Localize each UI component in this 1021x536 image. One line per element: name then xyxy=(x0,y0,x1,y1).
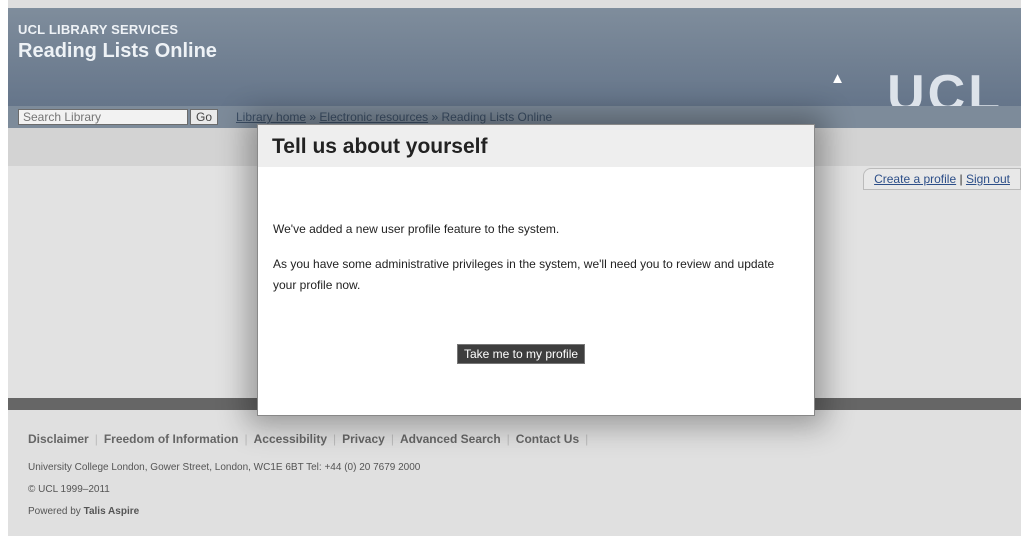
sign-out-link[interactable]: Sign out xyxy=(966,172,1010,186)
breadcrumb-separator: » xyxy=(431,110,439,124)
footer-separator: | xyxy=(244,432,248,446)
footer-address: University College London, Gower Street,… xyxy=(28,462,421,473)
left-edge xyxy=(0,0,8,536)
modal-title: Tell us about yourself xyxy=(272,135,488,158)
footer-separator: | xyxy=(333,432,337,446)
footer-link-contact[interactable]: Contact Us xyxy=(516,432,579,446)
breadcrumb: Library home » Electronic resources » Re… xyxy=(236,110,552,124)
powered-by-prefix: Powered by xyxy=(28,506,81,517)
profile-modal: Tell us about yourself We've added a new… xyxy=(257,124,815,416)
footer-powered-by: Powered by Talis Aspire xyxy=(28,506,139,517)
breadcrumb-electronic-resources[interactable]: Electronic resources xyxy=(319,110,428,124)
footer-separator: | xyxy=(585,432,589,446)
footer-link-advanced-search[interactable]: Advanced Search xyxy=(400,432,501,446)
take-me-to-profile-button[interactable]: Take me to my profile xyxy=(457,344,586,364)
footer-links: Disclaimer | Freedom of Information | Access… xyxy=(28,432,594,446)
breadcrumb-library-home[interactable]: Library home xyxy=(236,110,306,124)
footer-copyright: © UCL 1999–2011 xyxy=(28,484,110,495)
go-button[interactable]: Go xyxy=(190,109,218,125)
powered-by-link[interactable]: Talis Aspire xyxy=(84,506,140,517)
account-separator: | xyxy=(959,172,963,186)
breadcrumb-separator: » xyxy=(309,110,317,124)
modal-paragraph: We've added a new user profile feature t… xyxy=(273,222,560,236)
search-input[interactable] xyxy=(18,109,188,125)
breadcrumb-current: Reading Lists Online xyxy=(441,110,553,124)
footer-separator: | xyxy=(506,432,510,446)
modal-header: Tell us about yourself xyxy=(258,125,814,167)
portico-icon: ▲ xyxy=(830,70,845,87)
site-footer: Disclaimer | Freedom of Information | Access… xyxy=(8,410,1021,536)
modal-paragraph: As you have some administrative privileg… xyxy=(273,257,775,292)
footer-separator: | xyxy=(390,432,394,446)
footer-separator: | xyxy=(94,432,98,446)
site-title[interactable]: Reading Lists Online xyxy=(18,40,217,63)
footer-link-disclaimer[interactable]: Disclaimer xyxy=(28,432,89,446)
modal-body: We've added a new user profile feature t… xyxy=(273,219,799,310)
account-links: Create a profile | Sign out xyxy=(863,168,1021,190)
org-name: UCL LIBRARY SERVICES xyxy=(18,22,179,37)
footer-link-accessibility[interactable]: Accessibility xyxy=(254,432,327,446)
footer-link-foi[interactable]: Freedom of Information xyxy=(104,432,239,446)
site-header: UCL LIBRARY SERVICES Reading Lists Onlin… xyxy=(8,8,1021,123)
create-profile-link[interactable]: Create a profile xyxy=(874,172,956,186)
footer-link-privacy[interactable]: Privacy xyxy=(342,432,385,446)
